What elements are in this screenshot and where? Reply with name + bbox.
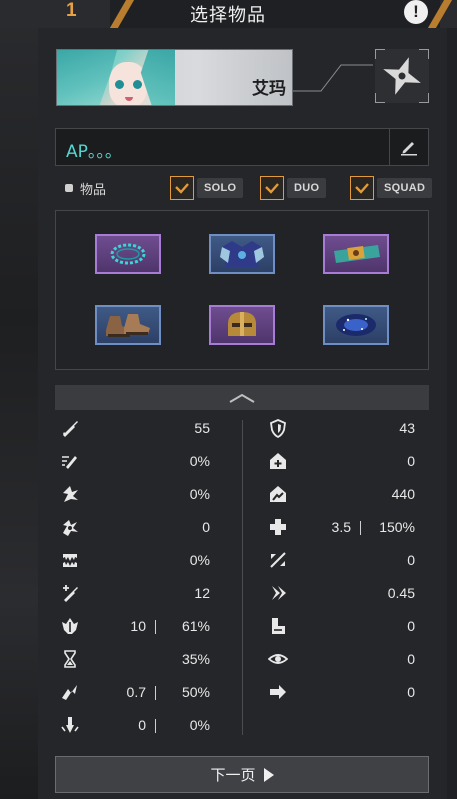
checkbox-squad[interactable] — [350, 176, 374, 200]
items-label: 物品 — [80, 183, 107, 198]
note-text[interactable]: AP。。。 — [66, 137, 122, 162]
defense-icon — [268, 418, 288, 439]
stat-value: 0 — [407, 618, 415, 634]
stat-value: 0 — [407, 684, 415, 700]
item-slot-orb[interactable] — [323, 305, 389, 345]
chest-armor-icon — [220, 241, 264, 267]
stat-row: 0 — [0, 445, 457, 478]
skill-pen-icon — [60, 715, 80, 735]
mode-squad[interactable]: SQUAD — [350, 176, 433, 200]
stat-value-percent: 0% — [189, 717, 210, 733]
arrow-right-icon — [268, 682, 288, 702]
stat-row: 0 — [0, 544, 457, 577]
checkmark-icon — [175, 183, 189, 194]
weapon-slot[interactable] — [375, 49, 429, 103]
galaxy-orb-icon — [336, 314, 376, 336]
checkmark-icon — [265, 183, 279, 194]
mode-duo[interactable]: DUO — [260, 176, 327, 200]
item-slot-bracelet[interactable] — [323, 234, 389, 274]
warning-icon[interactable]: ! — [404, 0, 428, 24]
stat-value: 440 — [391, 486, 415, 502]
character-card[interactable]: 艾玛 — [56, 49, 293, 106]
item-slot-boots[interactable] — [95, 305, 161, 345]
stat-row: 0 0% — [0, 709, 457, 742]
stat-value: 0 — [407, 651, 415, 667]
stat-value: 0.45 — [387, 585, 415, 601]
note-field[interactable]: AP。。。 — [55, 128, 429, 166]
mode-label: SOLO — [197, 178, 244, 198]
play-icon — [263, 767, 274, 782]
boots-icon — [106, 314, 150, 337]
stat-row: 0 — [0, 676, 457, 709]
checkbox-solo[interactable] — [170, 176, 194, 200]
stat-row: 0 — [0, 610, 457, 643]
next-page-label: 下一页 — [210, 766, 256, 784]
item-slot-chest[interactable] — [209, 234, 275, 274]
portrait-eye — [115, 80, 124, 89]
character-name: 艾玛 — [252, 79, 286, 99]
stat-separator — [360, 521, 361, 535]
stat-row: 0 — [0, 643, 457, 676]
stat-value: 43 — [399, 420, 415, 436]
stat-value-percent: 150% — [379, 519, 415, 535]
stat-row: 43 — [0, 412, 457, 445]
frame-corner — [419, 93, 429, 103]
stat-row: 0.45 — [0, 577, 457, 610]
eye-icon — [267, 649, 289, 669]
chevron-up-icon — [229, 393, 255, 403]
checkbox-duo[interactable] — [260, 176, 284, 200]
ring-icon — [110, 243, 146, 265]
frame-corner — [375, 93, 385, 103]
max-hp-icon — [268, 451, 288, 471]
mode-label: DUO — [287, 178, 327, 198]
stat-row: 3.5 150% — [0, 511, 457, 544]
item-slot-helmet[interactable] — [209, 305, 275, 345]
portrait-hair — [57, 50, 117, 105]
bullet-icon — [65, 184, 73, 192]
next-page-button[interactable]: 下一页 — [55, 756, 429, 793]
frame-corner — [419, 49, 429, 59]
page-number: 1 — [66, 0, 77, 21]
vision-range-icon — [268, 583, 288, 603]
connector-line — [293, 64, 373, 92]
edit-button[interactable] — [389, 129, 428, 165]
page-title: 选择物品 — [190, 5, 266, 26]
collapse-button[interactable] — [55, 385, 429, 410]
stat-separator — [155, 719, 156, 733]
mode-label: SQUAD — [377, 178, 433, 198]
stat-value-flat: 0 — [138, 717, 146, 733]
frame-corner — [375, 49, 385, 59]
movement-speed-icon — [268, 616, 288, 636]
checkmark-icon — [355, 183, 369, 194]
stat-value: 0 — [407, 453, 415, 469]
pencil-icon — [401, 142, 417, 156]
stat-value-flat: 3.5 — [331, 519, 351, 535]
helmet-icon — [228, 312, 256, 336]
character-portrait — [57, 50, 175, 105]
stat-row: 440 — [0, 478, 457, 511]
stat-value: 0 — [407, 552, 415, 568]
bracelet-icon — [334, 245, 380, 263]
item-slot-ring[interactable] — [95, 234, 161, 274]
portrait-eye — [133, 80, 142, 89]
sp-regen-icon — [268, 550, 288, 570]
top-bar-center — [110, 0, 440, 28]
max-sp-icon — [268, 484, 288, 504]
hp-regen-icon — [268, 517, 288, 537]
item-grid — [55, 210, 429, 370]
mode-solo[interactable]: SOLO — [170, 176, 244, 200]
